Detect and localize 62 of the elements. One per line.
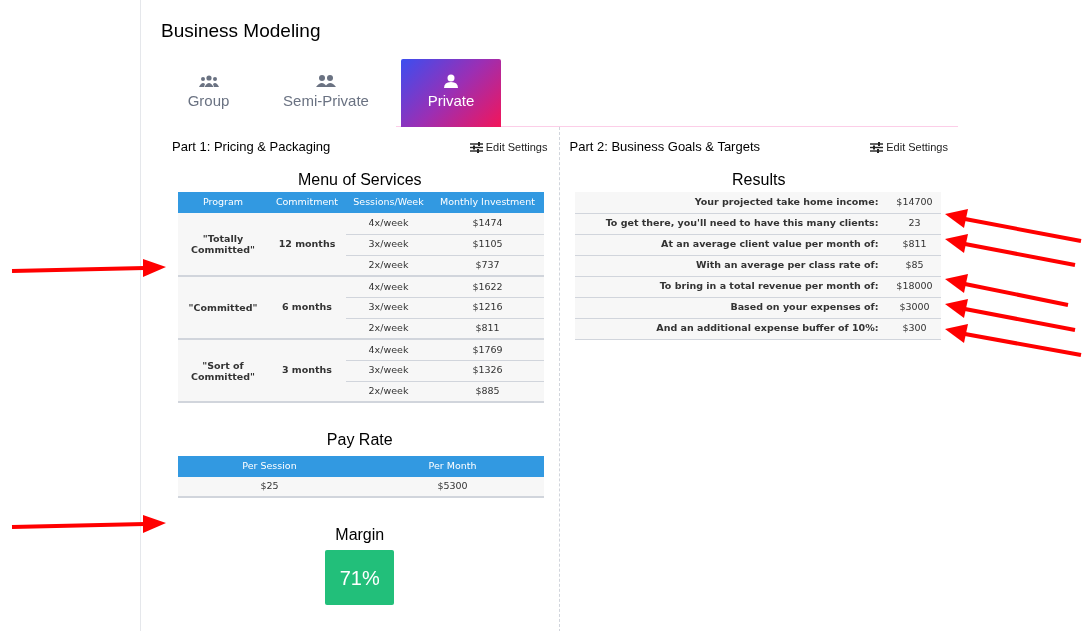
table-cell: Your projected take home income: (574, 192, 889, 213)
tab[interactable]: Private (401, 59, 501, 127)
edit-settings-link[interactable]: Edit Settings (870, 138, 948, 156)
table-cell: 6 months (268, 276, 346, 339)
table-cell: $14700 (888, 192, 941, 213)
section-heading: Part 2: Business Goals & Targets (569, 138, 761, 157)
table-title: Pay Rate (325, 430, 394, 450)
table-title: Menu of Services (296, 170, 423, 190)
table-cell: "Committed" (178, 276, 268, 339)
table-cell: "Sort of Committed" (178, 339, 268, 402)
table-cell: $811 (431, 318, 544, 339)
table-cell: 4x/week (346, 276, 431, 297)
table-cell: 2x/week (346, 255, 431, 276)
table-cell: $1216 (431, 297, 544, 318)
table-cell: 12 months (268, 213, 346, 276)
table-cell: $885 (431, 381, 544, 402)
table-cell: With an average per class rate of: (574, 255, 889, 276)
column-header: Program (178, 192, 268, 213)
table-cell: And an additional expense buffer of 10%: (574, 318, 889, 339)
people-icon (198, 73, 219, 88)
column-header: Per Session (178, 456, 361, 477)
table-cell: 23 (888, 213, 941, 234)
table-cell: $5300 (361, 477, 544, 497)
margin-badge: 71% (325, 550, 395, 605)
column-header: Monthly Investment (431, 192, 544, 213)
table-cell: $737 (431, 255, 544, 276)
table-cell: 2x/week (346, 381, 431, 402)
table-cell: $1474 (431, 213, 544, 234)
table-cell: $1105 (431, 234, 544, 255)
table-cell: At an average client value per month of: (574, 234, 889, 255)
table-cell: 3x/week (346, 360, 431, 381)
table-cell: 2x/week (346, 318, 431, 339)
table-cell: 3x/week (346, 297, 431, 318)
table-cell: $1769 (431, 339, 544, 360)
people-icon (316, 73, 336, 88)
person-icon (441, 73, 461, 88)
table-title: Results (731, 170, 787, 190)
table-cell: To bring in a total revenue per month of: (574, 276, 889, 297)
section-heading: Part 1: Pricing & Packaging (172, 138, 331, 157)
column-header: Commitment (268, 192, 346, 213)
sliders-icon (469, 141, 483, 153)
table-cell: $3000 (888, 297, 941, 318)
table-cell: 3 months (268, 339, 346, 402)
table-cell: $1326 (431, 360, 544, 381)
table-cell: $300 (888, 318, 941, 339)
table-cell: "Totally Committed" (178, 213, 268, 276)
table-cell: Based on your expenses of: (574, 297, 889, 318)
page-title: Business Modeling (161, 19, 322, 43)
table-cell: $85 (888, 255, 941, 276)
table-cell: 4x/week (346, 213, 431, 234)
table-cell: 3x/week (346, 234, 431, 255)
table-cell: $811 (888, 234, 941, 255)
sliders-icon (870, 141, 884, 153)
table-cell: 4x/week (346, 339, 431, 360)
table-cell: $1622 (431, 276, 544, 297)
table-cell: $25 (178, 477, 361, 497)
table-cell: To get there, you'll need to have this many clients: (574, 213, 889, 234)
column-header: Sessions/Week (346, 192, 431, 213)
edit-settings-link[interactable]: Edit Settings (469, 138, 548, 156)
section-title: Margin (334, 525, 386, 545)
table-cell: $18000 (888, 276, 941, 297)
column-header: Per Month (361, 456, 544, 477)
